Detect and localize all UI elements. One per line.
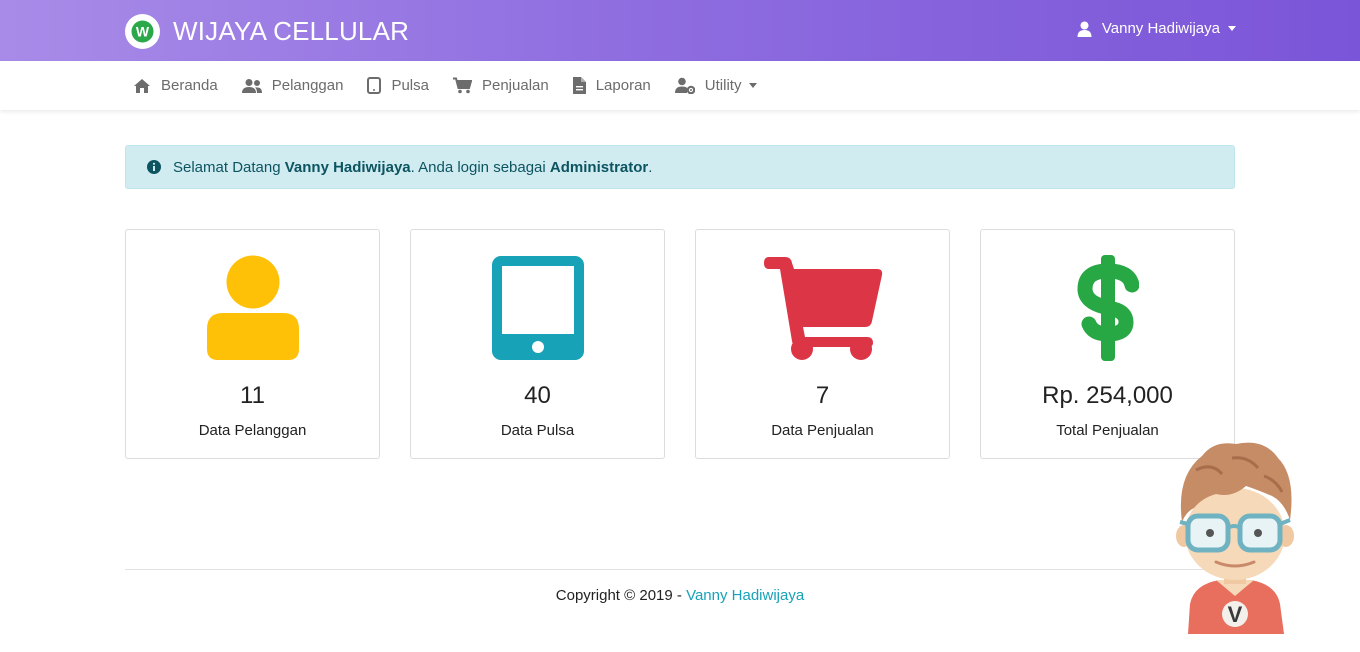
user-name: Vanny Hadiwijaya [1101,20,1220,37]
nav-item-utility[interactable]: Utility [674,77,758,94]
tablet-icon [367,77,382,94]
dollar-icon [1076,255,1139,361]
user-icon [206,255,299,360]
footer: Copyright © 2019 - Vanny Hadiwijaya [0,587,1360,604]
chevron-down-icon [749,83,758,88]
card-data-penjualan[interactable]: 7 Data Penjualan [695,229,950,459]
cart-icon [763,257,882,360]
card-value: 7 [815,382,830,409]
card-label: Data Penjualan [771,422,874,439]
user-cog-icon [674,77,695,94]
users-icon [241,78,262,93]
card-total-penjualan[interactable]: Rp. 254,000 Total Penjualan [980,229,1235,459]
nav-label: Utility [704,77,742,94]
brand-logo: W [125,13,160,49]
tablet-icon [491,256,584,360]
nav-label: Pulsa [391,77,429,94]
file-icon [572,77,586,94]
svg-text:W: W [136,23,150,39]
main-nav: Beranda Pelanggan Pulsa Penjualan Lapora… [0,61,1360,110]
footer-copyright: Copyright © 2019 - [555,587,687,604]
top-header: W WIJAYA CELLULAR Vanny Hadiwijaya [0,0,1360,61]
alert-role: Administrator [549,158,649,176]
info-icon [147,160,161,174]
card-label: Data Pelanggan [198,422,307,439]
card-data-pelanggan[interactable]: 11 Data Pelanggan [125,229,380,459]
card-value: 11 [240,382,265,409]
card-value: 40 [524,382,551,409]
card-label: Data Pulsa [500,422,575,439]
nav-item-pulsa[interactable]: Pulsa [367,77,429,94]
card-data-pulsa[interactable]: 40 Data Pulsa [410,229,665,459]
nav-label: Penjualan [481,77,549,94]
card-value: Rp. 254,000 [1042,382,1173,409]
chevron-down-icon [1228,26,1236,31]
alert-text: Selamat Datang Vanny Hadiwijaya. Anda lo… [173,159,652,176]
nav-item-pelanggan[interactable]: Pelanggan [241,77,344,94]
nav-item-beranda[interactable]: Beranda [133,77,218,94]
nav-label: Laporan [595,77,651,94]
alert-middle: . Anda login sebagai [410,158,550,176]
home-icon [134,78,150,93]
nav-item-penjualan[interactable]: Penjualan [452,77,549,94]
mascot-avatar: V [1176,442,1294,634]
brand-title: WIJAYA CELLULAR [173,15,410,46]
user-icon [1077,21,1092,37]
svg-text:V: V [1228,602,1243,627]
nav-label: Pelanggan [271,77,344,94]
cart-icon [452,77,472,94]
footer-divider [125,569,1235,570]
alert-user-name: Vanny Hadiwijaya [284,158,411,176]
welcome-alert: Selamat Datang Vanny Hadiwijaya. Anda lo… [125,145,1235,189]
brand-logo-icon: W [131,20,154,42]
user-menu-dropdown[interactable]: Vanny Hadiwijaya [1077,20,1236,37]
alert-prefix: Selamat Datang [173,158,285,176]
footer-author-link[interactable]: Vanny Hadiwijaya [686,587,804,604]
nav-item-laporan[interactable]: Laporan [572,77,651,94]
alert-suffix: . [648,158,653,176]
brand[interactable]: W WIJAYA CELLULAR [125,13,409,49]
nav-label: Beranda [161,77,218,94]
